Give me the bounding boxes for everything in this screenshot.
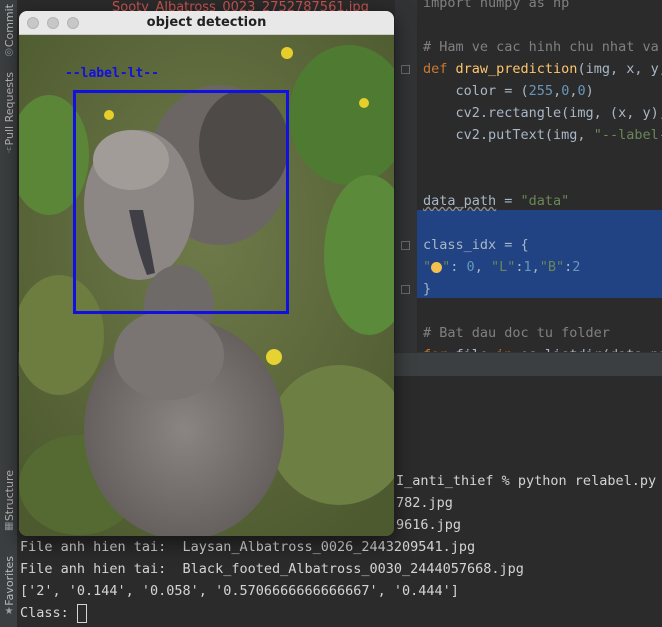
code-token: data_path — [423, 193, 497, 209]
terminal-output-line: ['2', '0.144', '0.058', '0.5706666666666… — [20, 583, 459, 599]
code-line: " ": 0, "L":1,"B":2 — [423, 256, 580, 278]
favorites-tab[interactable]: Favorites ★ — [0, 556, 18, 618]
code-token: # Ham ve cac hinh chu nhat va t — [423, 39, 662, 55]
code-token: 0 — [577, 83, 586, 99]
code-token: 1 — [523, 259, 532, 275]
structure-icon: ▦ — [4, 521, 14, 533]
code-token: "B" — [539, 259, 565, 275]
code-token: " — [423, 259, 432, 275]
pull-request-icon: ⑂ — [6, 145, 12, 157]
commit-icon: ◎ — [4, 47, 14, 59]
code-line: color = (255,0,0) — [423, 80, 594, 102]
window-titlebar[interactable]: object detection — [19, 11, 394, 35]
code-token: 2 — [572, 259, 581, 275]
code-token: : — [450, 259, 467, 275]
terminal-output-line: 9616.jpg — [396, 517, 462, 533]
terminal-output-line: File anh hien tai: Black_footed_Albatros… — [20, 561, 524, 577]
code-line: } — [423, 278, 431, 300]
pull-requests-tab-label: Pull Requests — [2, 72, 16, 146]
code-token: = — [496, 193, 521, 209]
code-token: cv2.rectangle(img, (x, y), — [423, 105, 662, 121]
terminal-output-line: File anh hien tai: Laysan_Albatross_0026… — [20, 539, 476, 555]
code-token: "data" — [520, 193, 570, 209]
terminal-prompt-line: I_anti_thief % python relabel.py — [396, 473, 657, 489]
detection-bounding-box — [73, 90, 289, 314]
favorites-tab-label: Favorites — [2, 556, 16, 606]
left-tool-strip: Commit ◎ Pull Requests ⑂ Structure ▦ Fav… — [0, 0, 18, 627]
code-line: # Ham ve cac hinh chu nhat va t — [423, 36, 662, 58]
lightbulb-icon — [431, 261, 443, 273]
editor-gutter — [395, 0, 417, 352]
terminal-output-line: 782.jpg — [396, 495, 453, 511]
commit-tab[interactable]: Commit ◎ — [0, 4, 18, 59]
code-token: (img, x, y, — [577, 61, 662, 77]
code-line: # Bat dau doc tu folder — [423, 322, 610, 344]
fold-marker[interactable] — [401, 65, 410, 74]
pull-requests-tab[interactable]: Pull Requests ⑂ — [0, 72, 18, 157]
detection-label: --label-lt-- — [65, 66, 159, 81]
code-token: cv2.putText(img, — [423, 127, 594, 143]
code-line: cv2.rectangle(img, (x, y), — [423, 102, 662, 124]
code-token: } — [423, 281, 432, 297]
class-prompt: Class: — [20, 605, 77, 621]
code-token: color = ( — [423, 83, 529, 99]
code-token: # Bat dau doc tu folder — [423, 325, 610, 341]
code-token: , — [474, 259, 491, 275]
star-icon: ★ — [4, 605, 14, 617]
code-line: import numpy as np — [423, 0, 569, 14]
code-line: for file in os.listdir(data_pat — [423, 344, 662, 352]
structure-tab-label: Structure — [2, 470, 16, 522]
code-token: , — [553, 83, 562, 99]
code-line: data_path = "data" — [423, 190, 569, 212]
albatross-photo: --label-lt-- — [19, 35, 394, 536]
code-token: import numpy as np — [423, 0, 570, 11]
code-line: def draw_prediction(img, x, y, — [423, 58, 662, 80]
code-token: "--label-i — [593, 127, 662, 143]
object-detection-window[interactable]: object detection --label-lt-- — [19, 11, 394, 536]
terminal-input-line[interactable]: Class: — [20, 602, 87, 624]
fold-marker[interactable] — [401, 285, 410, 294]
code-token: 0 — [466, 259, 475, 275]
code-editor[interactable]: import numpy as np # Ham ve cac hinh chu … — [395, 0, 662, 352]
code-token: , — [531, 259, 540, 275]
code-token: "L" — [490, 259, 516, 275]
code-token: def — [423, 61, 456, 77]
code-line: cv2.putText(img, "--label-i — [423, 124, 662, 146]
code-token: class_idx = { — [423, 237, 529, 253]
code-token: ) — [585, 83, 594, 99]
window-title: object detection — [146, 15, 267, 30]
code-token: 255 — [528, 83, 554, 99]
fold-marker[interactable] — [401, 241, 410, 250]
code-line: class_idx = { — [423, 234, 529, 256]
terminal-cursor — [76, 603, 87, 623]
structure-tab[interactable]: Structure ▦ — [0, 470, 18, 533]
commit-tab-label: Commit — [2, 4, 16, 48]
code-token: draw_prediction — [455, 61, 578, 77]
